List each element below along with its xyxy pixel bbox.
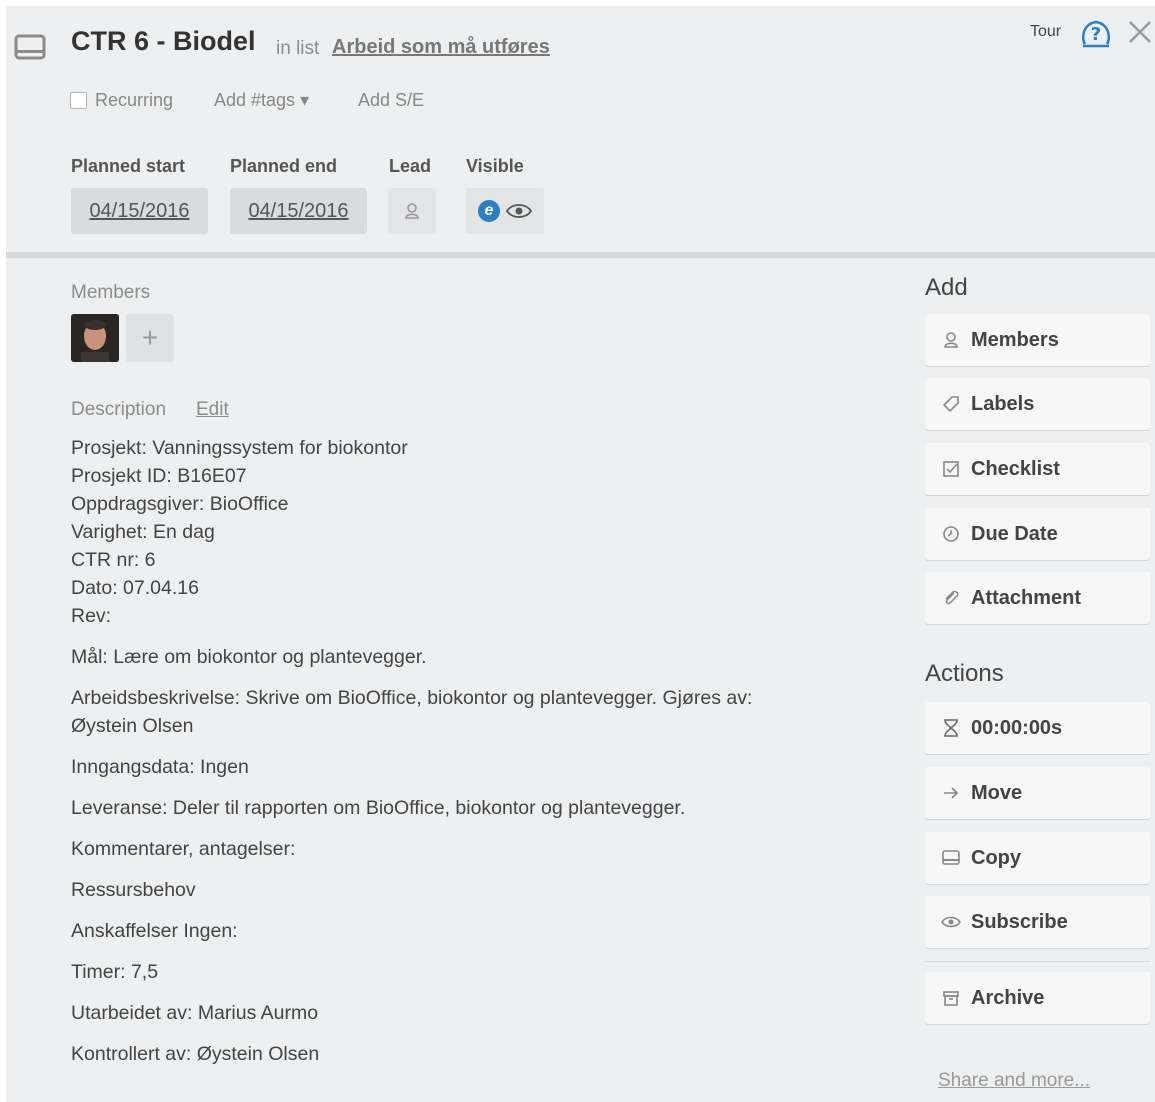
card-detail-window: CTR 6 - Biodel in list Arbeid som må utf… — [6, 6, 1155, 1102]
description-line: CTR nr: 6 — [71, 549, 156, 571]
paperclip-icon — [941, 588, 961, 608]
archive-icon — [941, 988, 961, 1008]
in-list-text: in list — [276, 38, 320, 59]
checkbox-icon — [941, 459, 961, 479]
tour-link[interactable]: Tour — [1030, 23, 1061, 41]
recurring-label: Recurring — [95, 90, 174, 110]
card-icon — [14, 34, 46, 60]
list-name-link[interactable]: Arbeid som må utføres — [332, 36, 550, 59]
arrow-right-icon — [941, 783, 961, 803]
card-icon — [941, 848, 961, 868]
add-members-label: Members — [971, 328, 1059, 351]
header-divider — [6, 252, 1155, 258]
description-paragraph: Mål: Lære om biokontor og plantevegger. — [71, 646, 427, 668]
description-line: Prosjekt ID: B16E07 — [71, 465, 247, 487]
description-paragraph: Kontrollert av: Øystein Olsen — [71, 1043, 320, 1065]
add-checklist-button[interactable]: Checklist — [925, 443, 1150, 495]
description-line: Prosjekt: Vanningssystem for biokontor — [71, 437, 408, 459]
description-paragraph: Ressursbehov — [71, 879, 196, 901]
svg-text:?: ? — [1091, 24, 1101, 45]
copy-button[interactable]: Copy — [925, 832, 1150, 884]
person-icon — [941, 330, 961, 350]
add-due-date-button[interactable]: Due Date — [925, 508, 1150, 560]
add-labels-button[interactable]: Labels — [925, 378, 1150, 430]
description-line: Varighet: En dag — [71, 521, 215, 543]
description-paragraph-continuation: Øystein Olsen — [71, 715, 194, 737]
archive-label: Archive — [971, 986, 1045, 1009]
move-label: Move — [971, 781, 1023, 804]
lead-label: Lead — [389, 156, 432, 176]
add-members-button[interactable]: Members — [925, 314, 1150, 366]
description-paragraph: Utarbeidet av: Marius Aurmo — [71, 1002, 319, 1024]
add-checklist-label: Checklist — [971, 457, 1060, 480]
description-paragraph: Leveranse: Deler til rapporten om BioOff… — [71, 797, 686, 819]
description-line: Rev: — [71, 605, 112, 627]
add-se-button[interactable]: Add S/E — [358, 90, 424, 111]
description-paragraph: Kommentarer, antagelser: — [71, 838, 296, 860]
add-labels-label: Labels — [971, 392, 1035, 415]
planned-start-label: Planned start — [71, 156, 186, 176]
description-line: Oppdragsgiver: BioOffice — [71, 493, 289, 515]
visibility-selector[interactable]: e — [466, 188, 544, 234]
actions-heading: Actions — [925, 660, 1004, 687]
close-icon[interactable] — [1126, 18, 1154, 46]
visibility-badge: e — [478, 200, 500, 222]
share-and-more-link[interactable]: Share and more... — [938, 1070, 1090, 1092]
tour-icon[interactable]: ? — [1079, 16, 1113, 50]
description-edit-link[interactable]: Edit — [196, 399, 229, 421]
lead-selector[interactable] — [388, 188, 436, 234]
avatar-image — [71, 314, 119, 362]
members-label: Members — [71, 282, 151, 303]
card-header: CTR 6 - Biodel in list Arbeid som må utf… — [6, 6, 1155, 254]
description-body: Prosjekt: Vanningssystem for biokontor P… — [71, 434, 891, 1068]
timer-label: 00:00:00s — [971, 716, 1063, 739]
description-paragraph: Anskaffelser Ingen: — [71, 920, 238, 942]
planned-end-label: Planned end — [230, 156, 338, 176]
sidebar-divider — [925, 961, 1150, 962]
recurring-checkbox[interactable] — [70, 92, 87, 109]
card-title[interactable]: CTR 6 - Biodel — [71, 26, 256, 57]
planned-end-date[interactable]: 04/15/2016 — [230, 188, 367, 234]
eye-icon — [941, 912, 961, 932]
subscribe-button[interactable]: Subscribe — [925, 896, 1150, 948]
clock-icon — [941, 524, 961, 544]
add-tags-button[interactable]: Add #tags ▾ — [214, 90, 309, 111]
person-icon — [405, 203, 419, 219]
add-heading: Add — [925, 274, 968, 301]
avatar[interactable] — [71, 314, 119, 362]
description-line: Dato: 07.04.16 — [71, 577, 199, 599]
description-paragraph: Inngangsdata: Ingen — [71, 756, 249, 778]
description-paragraph: Arbeidsbeskrivelse: Skrive om BioOffice,… — [71, 687, 753, 709]
tag-icon — [941, 394, 961, 414]
add-due-date-label: Due Date — [971, 522, 1058, 545]
description-paragraph: Timer: 7,5 — [71, 961, 159, 983]
timer-button[interactable]: 00:00:00s — [925, 702, 1150, 754]
planned-start-date[interactable]: 04/15/2016 — [71, 188, 208, 234]
archive-button[interactable]: Archive — [925, 972, 1150, 1024]
add-member-button[interactable]: + — [126, 314, 174, 362]
subscribe-label: Subscribe — [971, 910, 1068, 933]
visible-label: Visible — [466, 156, 524, 176]
eye-icon — [506, 204, 532, 218]
description-label: Description — [71, 399, 167, 420]
copy-label: Copy — [971, 846, 1021, 869]
recurring-toggle[interactable]: Recurring — [70, 90, 173, 111]
move-button[interactable]: Move — [925, 767, 1150, 819]
add-attachment-label: Attachment — [971, 586, 1082, 609]
hourglass-icon — [941, 718, 961, 738]
add-attachment-button[interactable]: Attachment — [925, 572, 1150, 624]
